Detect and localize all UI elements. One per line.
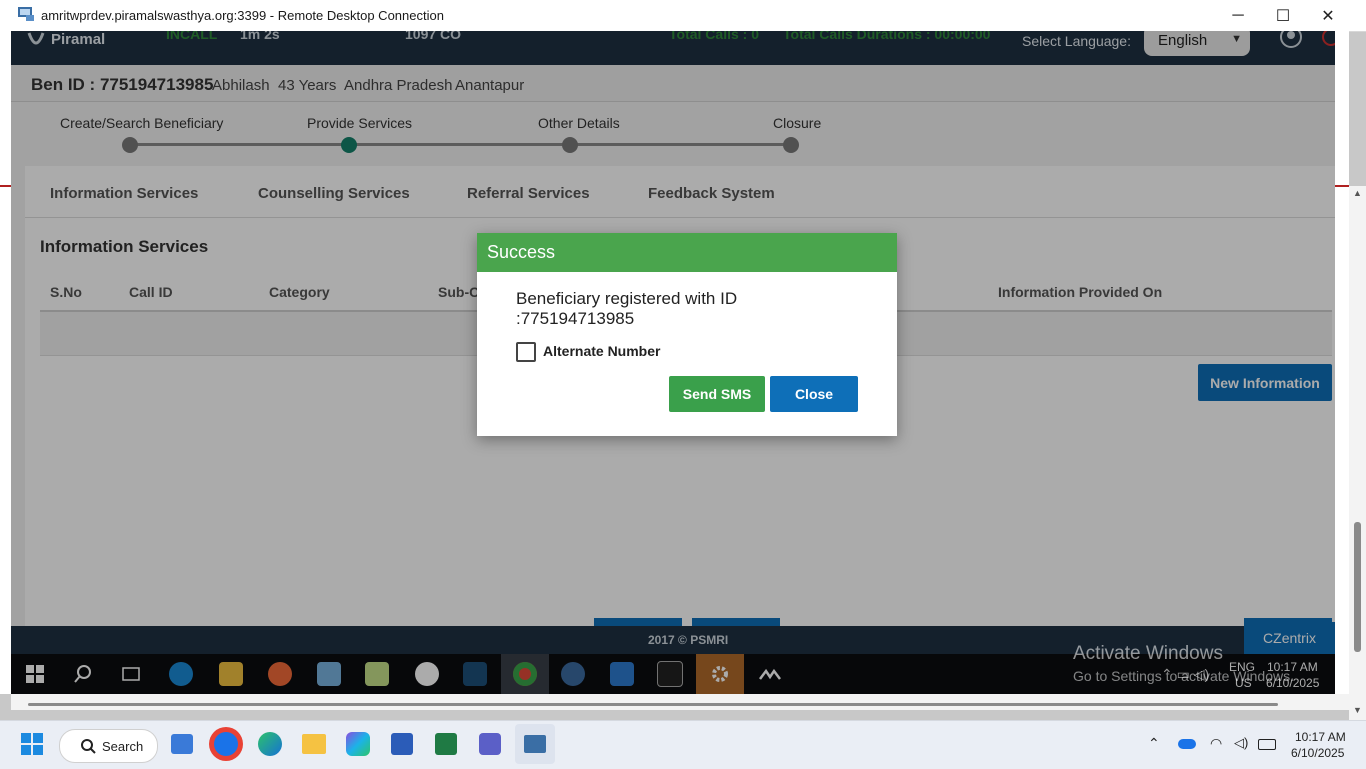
volume-icon[interactable]: ◁) xyxy=(1234,735,1248,751)
word-icon[interactable] xyxy=(382,724,422,764)
vertical-scrollbar[interactable]: ▲ ▼ xyxy=(1349,186,1366,720)
rdp-window-title: amritwprdev.piramalswasthya.org:3399 - R… xyxy=(41,8,444,23)
battery-icon[interactable] xyxy=(1258,739,1276,750)
maximize-button[interactable]: ☐ xyxy=(1260,0,1306,31)
remote-desktop-icon[interactable] xyxy=(515,724,555,764)
host-taskbar: Search ⌃ ◠ ◁) 10:17 AM 6/10/2025 xyxy=(0,720,1366,769)
success-dialog: Success Beneficiary registered with ID :… xyxy=(477,233,897,436)
scroll-down-arrow-icon[interactable]: ▼ xyxy=(1353,705,1362,715)
horizontal-scroll-thumb[interactable] xyxy=(28,703,1278,706)
alternate-number-label: Alternate Number xyxy=(543,343,661,359)
dialog-message: Beneficiary registered with ID :77519471… xyxy=(516,289,738,328)
alternate-number-checkbox[interactable] xyxy=(516,342,536,362)
activate-windows-title: Activate Windows xyxy=(1073,643,1223,664)
host-clock-date[interactable]: 6/10/2025 xyxy=(1291,746,1344,760)
file-explorer-icon[interactable] xyxy=(294,724,334,764)
chrome-icon[interactable] xyxy=(206,724,246,764)
edge-icon[interactable] xyxy=(250,724,290,764)
wifi-icon[interactable]: ◠ xyxy=(1210,735,1222,752)
close-window-button[interactable]: ✕ xyxy=(1305,0,1351,31)
send-sms-button[interactable]: Send SMS xyxy=(669,376,765,412)
vertical-scroll-thumb[interactable] xyxy=(1354,522,1361,652)
chevron-up-icon[interactable]: ⌃ xyxy=(1148,735,1160,752)
store-icon[interactable] xyxy=(162,724,202,764)
m365-icon[interactable] xyxy=(338,724,378,764)
dialog-header: Success xyxy=(477,233,897,272)
dialog-title: Success xyxy=(487,242,556,262)
search-icon xyxy=(81,739,96,754)
windows-start-icon[interactable] xyxy=(12,724,52,764)
rdp-app-icon xyxy=(18,7,34,21)
onedrive-icon[interactable] xyxy=(1178,739,1196,749)
excel-icon[interactable] xyxy=(426,724,466,764)
background-window-edge xyxy=(0,31,11,694)
host-search-box[interactable]: Search xyxy=(59,729,158,763)
close-dialog-button[interactable]: Close xyxy=(770,376,858,412)
remote-desktop: Piramal INCALL 1m 2s 1097 CO Total Calls… xyxy=(11,31,1335,694)
teams-icon[interactable] xyxy=(470,724,510,764)
host-clock-time[interactable]: 10:17 AM xyxy=(1295,730,1346,744)
scroll-up-arrow-icon[interactable]: ▲ xyxy=(1353,188,1362,198)
horizontal-scrollbar-track[interactable] xyxy=(11,694,1349,710)
host-search-label: Search xyxy=(102,738,144,754)
rdp-titlebar: amritwprdev.piramalswasthya.org:3399 - R… xyxy=(0,0,1366,32)
background-window-edge-right xyxy=(1335,31,1349,694)
minimize-button[interactable]: ─ xyxy=(1215,0,1261,31)
activate-windows-subtitle: Go to Settings to activate Windows. xyxy=(1073,668,1294,684)
